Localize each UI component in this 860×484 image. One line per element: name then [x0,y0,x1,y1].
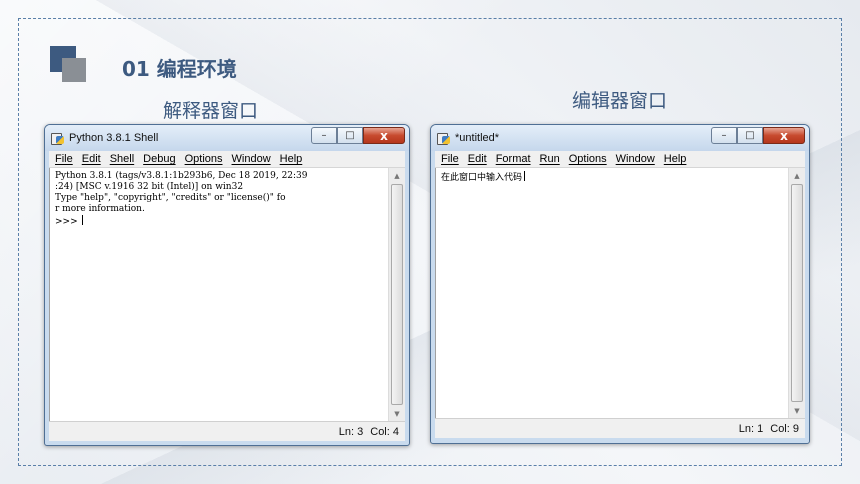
decor-square-gray [62,58,86,82]
section-title: 01 编程环境 [122,57,237,81]
editor-menubar: File Edit Format Run Options Window Help [435,151,805,168]
menu-window[interactable]: Window [616,153,655,165]
shell-output: Python 3.8.1 (tags/v3.8.1:1b293b6, Dec 1… [50,168,387,231]
shell-text-area[interactable]: Python 3.8.1 (tags/v3.8.1:1b293b6, Dec 1… [49,168,405,421]
shell-titlebar[interactable]: Python 3.8.1 Shell – □ x [45,125,409,151]
scroll-up-icon[interactable]: ▲ [789,168,805,183]
menu-file[interactable]: File [55,153,73,165]
shell-line: :24) [MSC v.1916 32 bit (Intel)] on win3… [55,182,244,192]
editor-text-area[interactable]: 在此窗口中输入代码 ▲ ▼ [435,168,805,418]
menu-options[interactable]: Options [185,153,223,165]
menu-edit[interactable]: Edit [82,153,101,165]
menu-format[interactable]: Format [496,153,531,165]
close-button[interactable]: x [363,127,405,144]
editor-title: *untitled* [455,132,500,144]
scroll-down-icon[interactable]: ▼ [789,403,805,418]
text-cursor [82,215,84,225]
menu-run[interactable]: Run [540,153,560,165]
editor-caption: 编辑器窗口 [572,90,668,112]
vertical-scrollbar[interactable]: ▲ ▼ [788,168,805,418]
minimize-button[interactable]: – [311,127,337,144]
editor-titlebar[interactable]: *untitled* – □ x [431,125,809,151]
editor-content: 在此窗口中输入代码 [436,168,787,187]
close-button[interactable]: x [763,127,805,144]
menu-help[interactable]: Help [664,153,687,165]
editor-window[interactable]: *untitled* – □ x File Edit Format Run Op… [430,124,810,444]
menu-shell[interactable]: Shell [110,153,134,165]
shell-title: Python 3.8.1 Shell [69,132,159,144]
shell-prompt-line: >>> [55,215,382,228]
python-shell-window[interactable]: Python 3.8.1 Shell – □ x File Edit Shell… [44,124,410,446]
scroll-up-icon[interactable]: ▲ [389,168,405,183]
status-col: Col: 4 [370,425,399,438]
maximize-button[interactable]: □ [337,127,363,144]
shell-window-controls: – □ x [311,127,405,144]
shell-prompt: >>> [55,217,81,227]
menu-edit[interactable]: Edit [468,153,487,165]
editor-statusbar: Ln: 1 Col: 9 [435,418,805,438]
status-line: Ln: 3 [338,425,364,438]
python-app-icon [437,131,451,145]
menu-debug[interactable]: Debug [143,153,175,165]
status-line: Ln: 1 [738,422,764,435]
interpreter-caption: 解释器窗口 [163,100,259,122]
python-app-icon [51,131,65,145]
text-cursor [524,171,526,181]
menu-help[interactable]: Help [280,153,303,165]
shell-line: Type "help", "copyright", "credits" or "… [55,193,286,203]
shell-statusbar: Ln: 3 Col: 4 [49,421,405,441]
vertical-scrollbar[interactable]: ▲ ▼ [388,168,405,421]
scroll-thumb[interactable] [391,184,403,405]
scroll-down-icon[interactable]: ▼ [389,406,405,421]
menu-options[interactable]: Options [569,153,607,165]
shell-line: r more information. [55,204,145,214]
editor-text: 在此窗口中输入代码 [441,173,523,183]
maximize-button[interactable]: □ [737,127,763,144]
menu-file[interactable]: File [441,153,459,165]
shell-menubar: File Edit Shell Debug Options Window Hel… [49,151,405,168]
shell-line: Python 3.8.1 (tags/v3.8.1:1b293b6, Dec 1… [55,171,308,181]
scroll-thumb[interactable] [791,184,803,402]
minimize-button[interactable]: – [711,127,737,144]
editor-window-controls: – □ x [711,127,805,144]
status-col: Col: 9 [770,422,799,435]
menu-window[interactable]: Window [232,153,271,165]
